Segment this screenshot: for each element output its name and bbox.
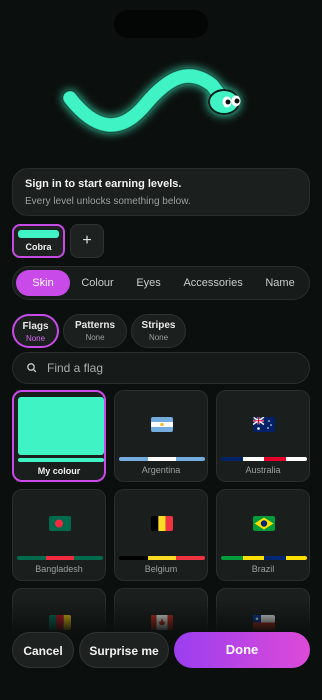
flag-card-label: My colour: [37, 466, 81, 476]
flag-stripe-bar: [18, 458, 104, 462]
snake-slot-cobra[interactable]: Cobra: [12, 224, 65, 258]
slot-color-swatch: [18, 230, 59, 238]
chip-patterns-value: None: [85, 333, 105, 342]
flag-card-australia[interactable]: Australia: [216, 390, 310, 482]
signin-banner[interactable]: Sign in to start earning levels. Every l…: [12, 168, 310, 216]
chip-stripes-value: None: [148, 333, 169, 342]
my-colour-swatch: [18, 397, 104, 455]
flag-card-label: Australia: [245, 465, 281, 475]
search-icon: [27, 363, 37, 373]
flag-card-belgium[interactable]: Belgium: [114, 489, 208, 581]
flag-search-bar[interactable]: [12, 352, 310, 384]
tab-skin[interactable]: Skin: [16, 270, 70, 296]
chip-stripes[interactable]: Stripes None: [131, 314, 186, 348]
signin-title: Sign in to start earning levels.: [25, 178, 182, 190]
flag-card-brazil[interactable]: Brazil: [216, 489, 310, 581]
tab-accessories[interactable]: Accessories: [172, 270, 254, 296]
tab-eyes[interactable]: Eyes: [125, 270, 172, 296]
flag-card-label: Belgium: [144, 564, 178, 574]
australia-flag-icon: [253, 417, 275, 432]
flag-grid: My colour Argentina Australia Bangladesh: [12, 390, 310, 635]
done-button[interactable]: Done: [174, 632, 310, 668]
flag-stripe-bar: [119, 457, 205, 461]
belgium-flag-icon: [151, 516, 173, 531]
chip-flags[interactable]: Flags None: [12, 314, 59, 348]
flag-card-argentina[interactable]: Argentina: [114, 390, 208, 482]
surprise-me-button[interactable]: Surprise me: [79, 632, 169, 668]
argentina-flag-icon: [151, 417, 173, 432]
flag-card-bangladesh[interactable]: Bangladesh: [12, 489, 106, 581]
flag-stripe-bar: [119, 556, 205, 560]
flag-card-my-colour[interactable]: My colour: [12, 390, 106, 482]
customize-tabs: Skin Colour Eyes Accessories Name: [12, 266, 310, 300]
flag-stripe-bar: [17, 556, 103, 560]
flag-stripe-bar: [221, 556, 307, 560]
cancel-button[interactable]: Cancel: [12, 632, 74, 668]
tab-colour[interactable]: Colour: [70, 270, 125, 296]
chip-patterns-label: Patterns: [74, 320, 115, 331]
brazil-flag-icon: [253, 516, 275, 531]
flag-card-label: Brazil: [251, 564, 275, 574]
camera-notch: [114, 10, 208, 38]
chip-patterns[interactable]: Patterns None: [63, 314, 127, 348]
tab-name[interactable]: Name: [254, 270, 306, 296]
search-input[interactable]: [47, 361, 309, 375]
snake-preview: [62, 68, 241, 133]
flag-stripe-bar: [221, 457, 307, 461]
chip-flags-label: Flags: [22, 321, 49, 332]
flag-card-label: Bangladesh: [35, 564, 83, 574]
chip-flags-value: None: [25, 334, 46, 343]
chip-stripes-label: Stripes: [141, 320, 176, 331]
signin-subtitle: Every level unlocks something below.: [25, 196, 191, 207]
flag-card-label: Argentina: [141, 465, 181, 475]
bangladesh-flag-icon: [49, 516, 71, 531]
add-slot-button[interactable]: +: [70, 224, 104, 258]
slot-label: Cobra: [25, 242, 52, 252]
